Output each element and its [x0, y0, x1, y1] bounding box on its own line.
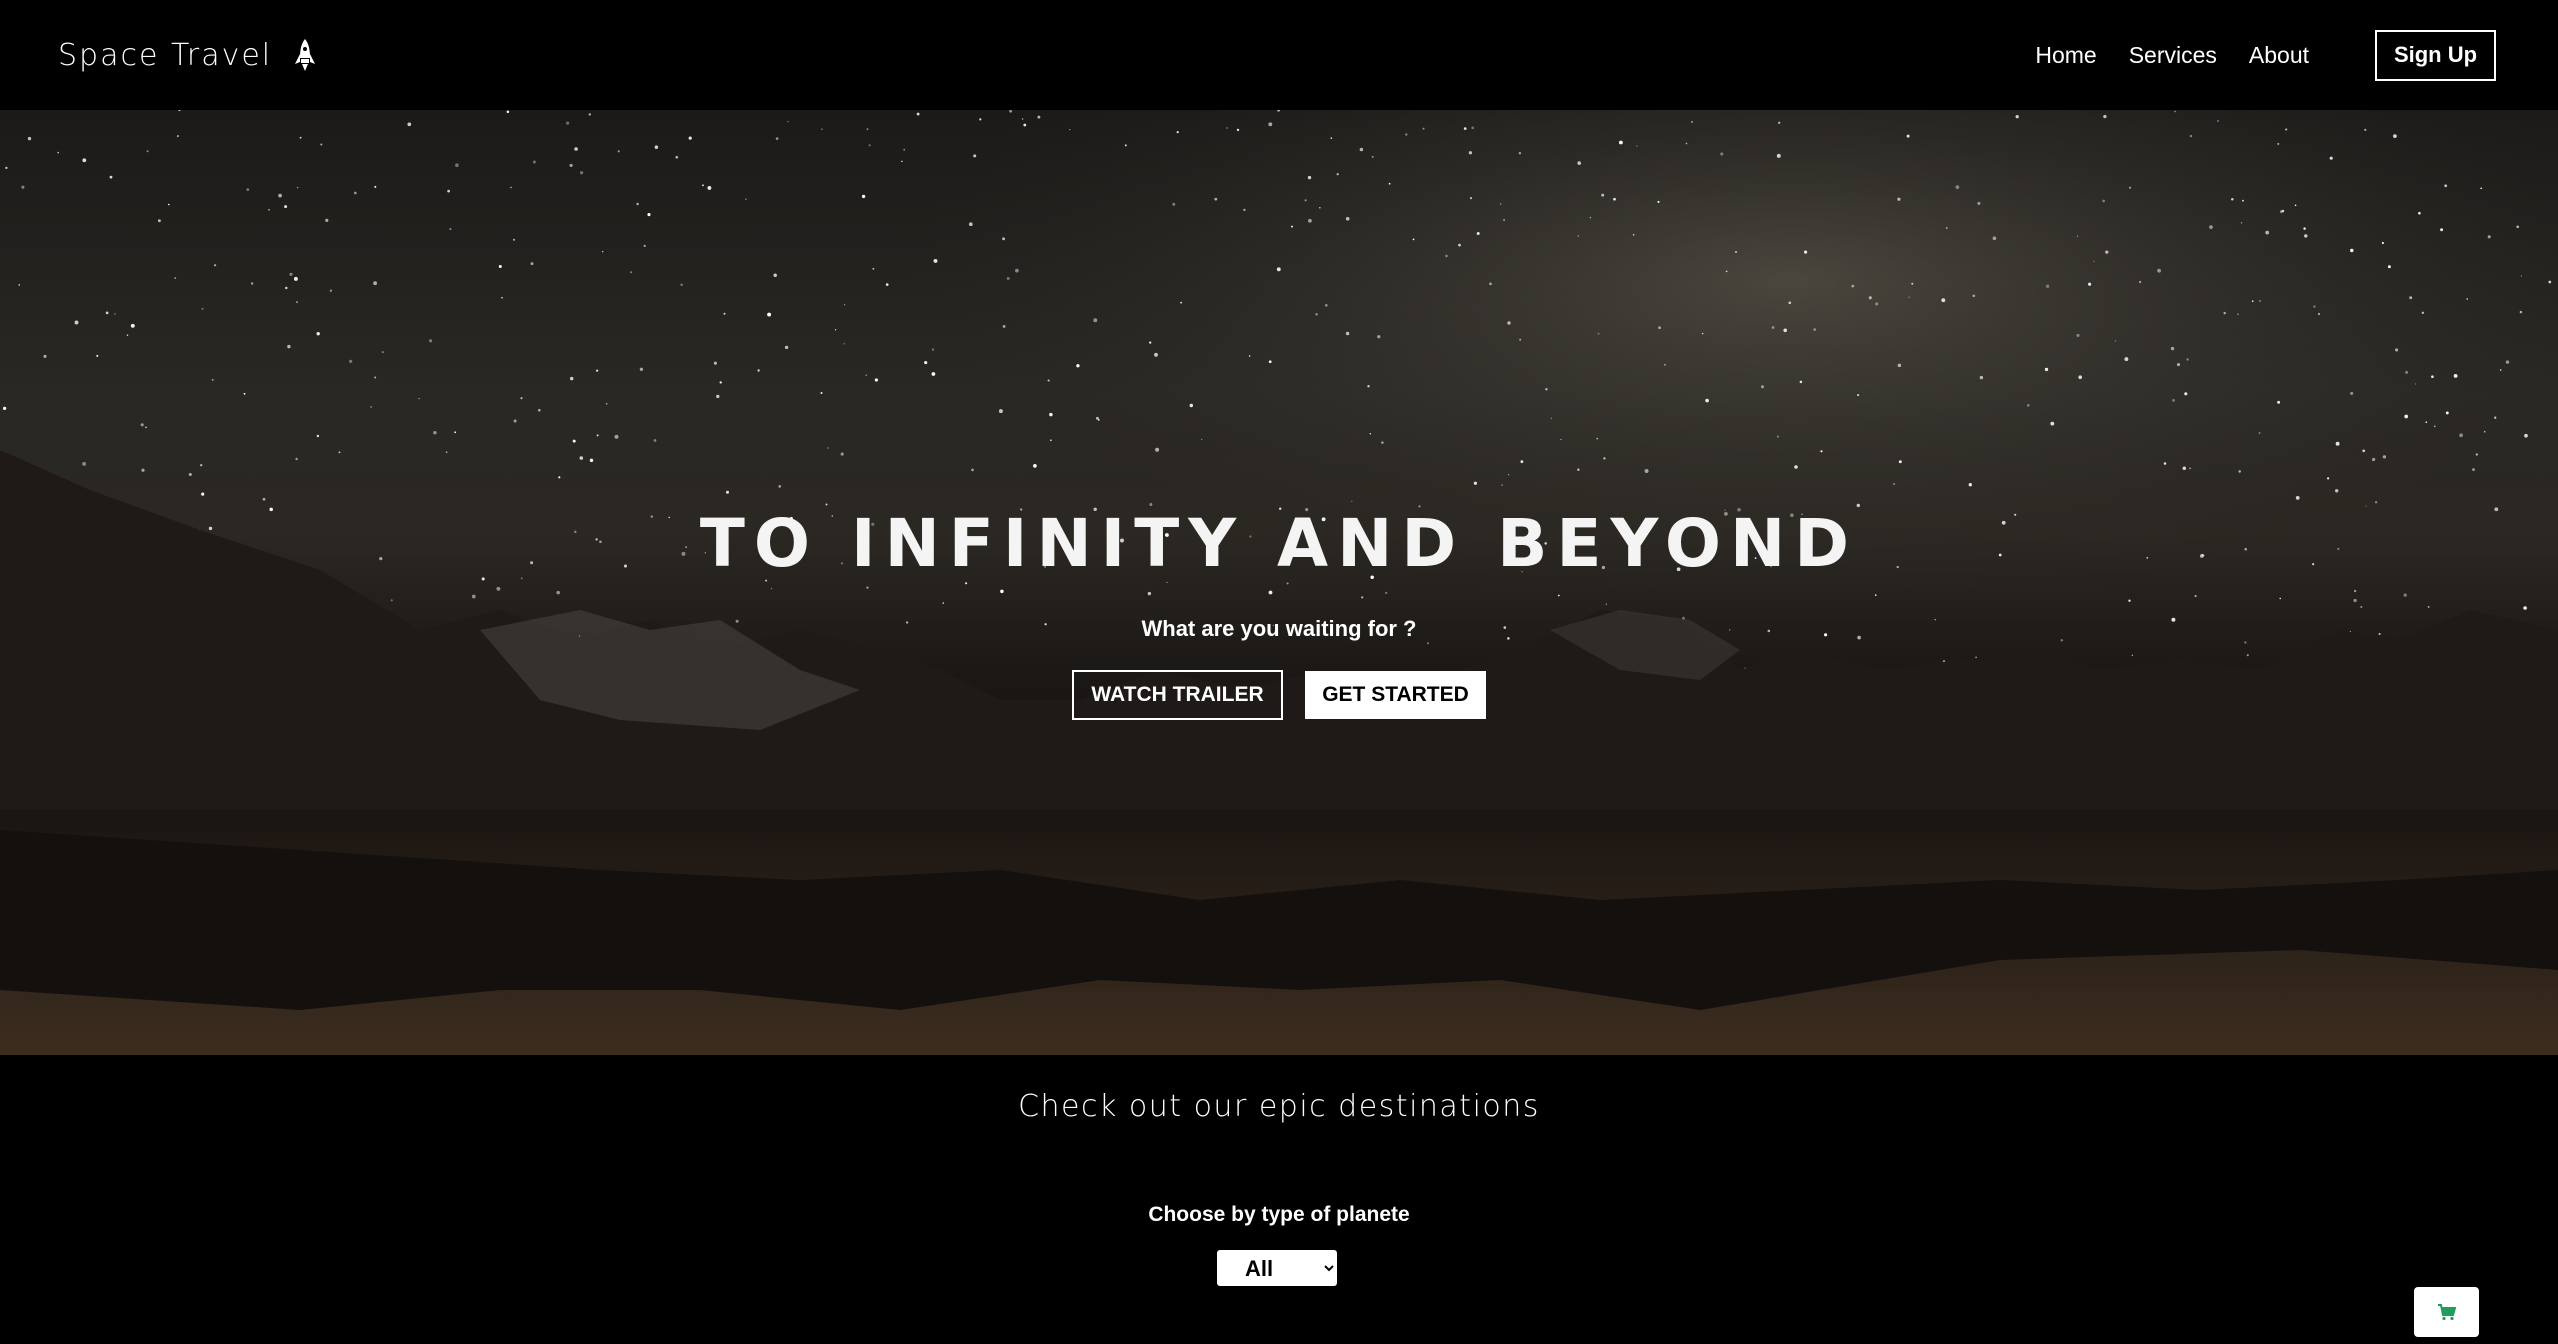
hero-subtitle: What are you waiting for ? [1141, 616, 1417, 641]
cart-button[interactable] [2414, 1287, 2479, 1337]
sign-up-button[interactable]: Sign Up [2375, 29, 2496, 81]
nav-link-home[interactable]: Home [2035, 42, 2096, 69]
nav-link-about[interactable]: About [2249, 42, 2309, 69]
nav-right: Home Services About Sign Up [2035, 29, 2496, 81]
hero-section: TO INFINITY AND BEYOND What are you wait… [0, 110, 2558, 1055]
destinations-section: Check out our epic destinations Choose b… [0, 1055, 2558, 1344]
planet-type-select[interactable]: All [1217, 1250, 1337, 1286]
brand[interactable]: Space Travel [58, 38, 318, 73]
watch-trailer-button[interactable]: WATCH TRAILER [1072, 670, 1283, 720]
nav-link-services[interactable]: Services [2129, 42, 2217, 69]
brand-name: Space Travel [58, 37, 273, 73]
hero-title: TO INFINITY AND BEYOND [699, 505, 1859, 582]
hero-buttons: WATCH TRAILER GET STARTED [1072, 670, 1486, 720]
get-started-button[interactable]: GET STARTED [1305, 671, 1486, 719]
planet-filter-label: Choose by type of planete [1148, 1203, 1410, 1226]
navbar: Space Travel Home Services About Sign Up [0, 0, 2558, 110]
nav-links: Home Services About [2035, 42, 2309, 69]
rocket-icon [295, 39, 316, 71]
destinations-title: Check out our epic destinations [1018, 1089, 1540, 1124]
cart-icon [2437, 1304, 2456, 1321]
planet-filter-wrapper: All [1217, 1250, 1337, 1286]
hero-content: TO INFINITY AND BEYOND What are you wait… [0, 110, 2558, 1055]
